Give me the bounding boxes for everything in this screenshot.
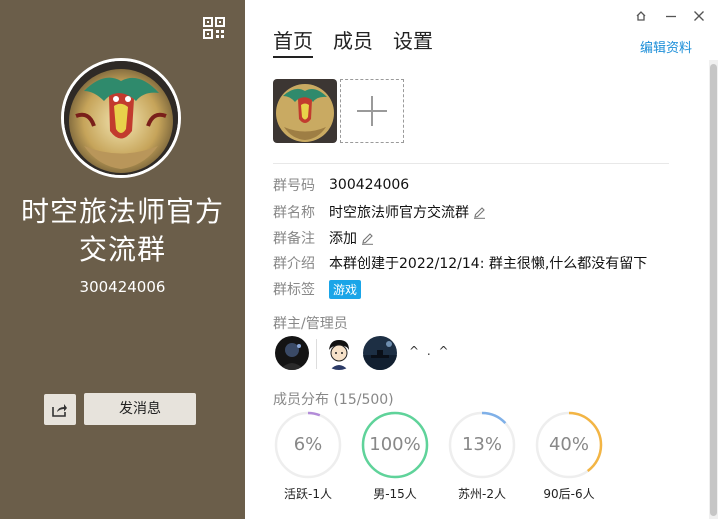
- admin-separator: [316, 339, 317, 369]
- stat-percent: 6%: [293, 434, 323, 455]
- pencil-icon: [474, 206, 485, 219]
- more-admins-text[interactable]: ^ . ^: [409, 344, 451, 358]
- group-remark-label: 群备注: [273, 231, 315, 247]
- section-divider: [273, 163, 669, 164]
- qr-code-icon[interactable]: [203, 17, 225, 39]
- group-remark-row: 群备注 添加: [273, 228, 374, 248]
- scrollbar-thumb[interactable]: [710, 64, 717, 516]
- send-message-button[interactable]: 发消息: [84, 393, 196, 425]
- close-icon[interactable]: [689, 6, 709, 26]
- admin-avatar-2[interactable]: [363, 336, 397, 370]
- stat-percent: 13%: [461, 434, 502, 455]
- group-intro-label: 群介绍: [273, 256, 315, 272]
- group-name-line-2: 交流群: [78, 233, 166, 266]
- owner-avatar[interactable]: [275, 336, 309, 370]
- share-icon: [52, 403, 67, 417]
- admins-title: 群主/管理员: [273, 316, 348, 332]
- left-profile-panel: 时空旅法师官方 交流群 300424006 发消息: [0, 0, 245, 519]
- tab-settings[interactable]: 设置: [393, 25, 433, 54]
- group-tags-row: 群标签 游戏: [273, 279, 362, 299]
- add-photo-button[interactable]: [340, 79, 404, 143]
- stat-caption: 活跃-1人: [284, 487, 332, 501]
- group-number-value: 300424006: [329, 177, 410, 193]
- group-photo[interactable]: [273, 79, 337, 143]
- tab-members[interactable]: 成员: [333, 25, 373, 54]
- admin-avatar-1[interactable]: [322, 336, 356, 370]
- group-number-label: 群号码: [273, 178, 315, 194]
- stat-gender[interactable]: 100% 男-15人: [361, 411, 429, 502]
- pencil-icon: [362, 232, 373, 245]
- distribution-title: 成员分布 (15/500): [273, 392, 394, 408]
- group-number-row: 群号码 300424006: [273, 175, 409, 195]
- group-name-value[interactable]: 时空旅法师官方交流群: [329, 202, 486, 222]
- stat-caption: 90后-6人: [543, 487, 595, 501]
- group-name-label: 群名称: [273, 205, 315, 221]
- tab-home[interactable]: 首页: [273, 25, 313, 54]
- group-name-line-1: 时空旅法师官方: [20, 195, 224, 228]
- stat-active[interactable]: 6% 活跃-1人: [274, 411, 342, 502]
- plus-icon: [357, 96, 387, 126]
- edit-profile-link[interactable]: 编辑资料: [640, 37, 692, 56]
- stat-region[interactable]: 13% 苏州-2人: [448, 411, 516, 502]
- minimize-icon[interactable]: [661, 6, 681, 26]
- pin-window-icon[interactable]: [631, 6, 651, 26]
- group-avatar[interactable]: [61, 58, 181, 178]
- tag-game[interactable]: 游戏: [329, 279, 362, 299]
- stat-percent: 40%: [548, 434, 589, 455]
- group-tags-label: 群标签: [273, 282, 315, 298]
- stat-percent: 100%: [369, 434, 421, 455]
- group-intro-row: 群介绍 本群创建于2022/12/14: 群主很懒,什么都没有留下: [273, 253, 647, 273]
- group-remark-value[interactable]: 添加: [329, 228, 374, 248]
- group-remark-text: 添加: [329, 231, 357, 247]
- active-tab-indicator: [273, 56, 313, 58]
- group-name-text: 时空旅法师官方交流群: [329, 205, 469, 221]
- share-button[interactable]: [44, 394, 76, 425]
- stat-caption: 苏州-2人: [458, 487, 506, 501]
- group-name-title: 时空旅法师官方 交流群: [0, 193, 245, 269]
- group-name-row: 群名称 时空旅法师官方交流群: [273, 202, 486, 222]
- group-id-text: 300424006: [79, 278, 166, 296]
- stat-age[interactable]: 40% 90后-6人: [535, 411, 603, 502]
- group-intro-value: 本群创建于2022/12/14: 群主很懒,什么都没有留下: [329, 256, 648, 272]
- stat-caption: 男-15人: [373, 487, 417, 501]
